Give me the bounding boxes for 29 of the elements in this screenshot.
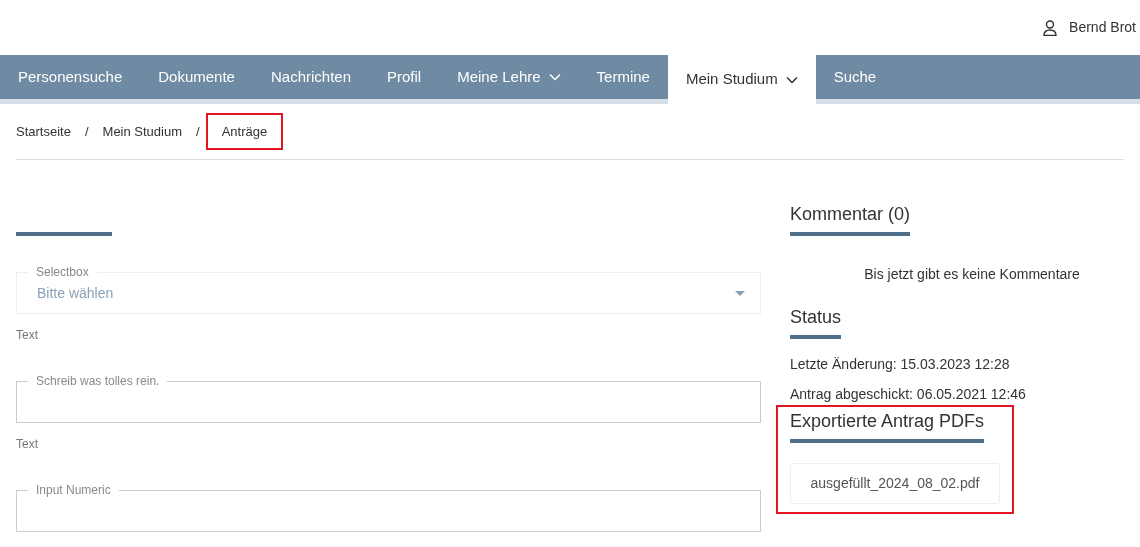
field-label: Schreib was tolles rein.	[28, 374, 168, 388]
breadcrumb-link[interactable]: Anträge	[205, 112, 284, 151]
breadcrumb-link[interactable]: Mein Studium	[102, 121, 183, 142]
nav-tab[interactable]: Personensuche	[0, 55, 141, 99]
nav-tab[interactable]: Mein Studium	[667, 55, 816, 104]
field-label: Input Numeric	[28, 483, 119, 497]
breadcrumb-link[interactable]: Startseite	[16, 121, 71, 142]
nav-tab[interactable]: Termine	[578, 55, 668, 99]
user-icon	[1043, 19, 1058, 36]
empty-comments-text: Bis jetzt gibt es keine Kommentare	[863, 265, 1081, 284]
nav-tab[interactable]: Nachrichten	[252, 55, 369, 99]
nav-tab[interactable]: Dokumente	[140, 55, 253, 99]
dropdown-arrow-icon	[735, 290, 745, 296]
status-line: Letzte Änderung: 15.03.2023 12:28	[790, 355, 1011, 373]
select-placeholder: Bitte wählen	[37, 283, 115, 303]
section-title: Exportierte Antrag PDFs	[790, 410, 985, 433]
user-name[interactable]: Bernd Brot	[1069, 17, 1136, 38]
breadcrumb-separator: /	[196, 122, 200, 141]
field-hint: Text	[16, 328, 38, 342]
breadcrumb-separator: /	[84, 122, 89, 141]
nav-tab[interactable]: Profil	[369, 55, 440, 99]
nav-tab[interactable]: Suche	[815, 55, 895, 99]
status-line: Antrag abgeschickt: 06.05.2021 12:46	[790, 385, 1027, 403]
section-title: Status	[790, 306, 842, 329]
nav-tab[interactable]: Meine Lehre	[439, 55, 579, 99]
field-hint: Text	[16, 437, 38, 451]
field-label: Selectbox	[28, 265, 97, 279]
section-title: Kommentar (0)	[790, 203, 911, 226]
pdf-file-button[interactable]: ausgefüllt_2024_08_02.pdf	[790, 463, 1000, 504]
